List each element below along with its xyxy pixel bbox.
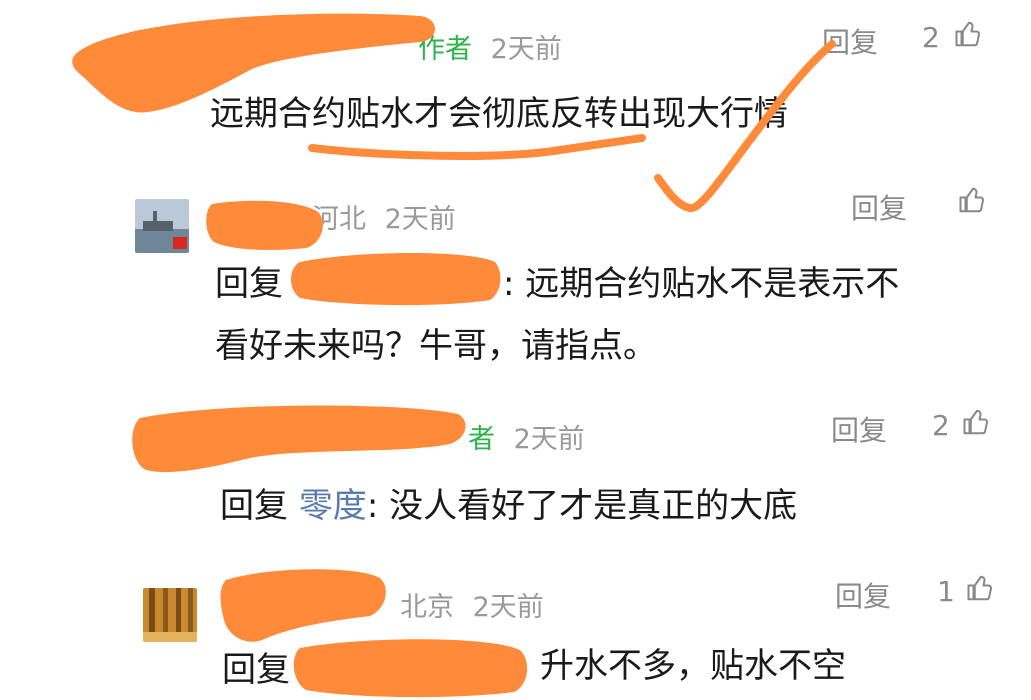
redaction-mark: [291, 253, 501, 306]
redaction-mark: [132, 405, 466, 473]
reply-to-user[interactable]: 零度: [299, 486, 367, 526]
avatar[interactable]: [143, 588, 197, 642]
comment-text: 远期合约贴水才会彻底反转出现大行情: [210, 94, 788, 134]
comment-time: 2天前: [513, 424, 585, 455]
comment-text: : 没人看好了才是真正的大底: [366, 486, 798, 526]
comment-body: 回复 零度: 没人看好了才是真正的大底: [220, 478, 797, 527]
redaction-mark: [206, 200, 323, 250]
redaction-mark: [220, 569, 386, 642]
comment-text: : 远期合约贴水不是表示不: [503, 264, 900, 304]
reply-button[interactable]: 回复: [835, 575, 891, 615]
comment-region: 河北: [312, 204, 366, 235]
thumbs-up-icon[interactable]: [966, 573, 996, 603]
comment-time: 2天前: [384, 204, 456, 235]
comment-region: 北京: [400, 592, 454, 623]
like-count: 1: [937, 575, 955, 608]
comment-4-meta: 北京 2天前: [400, 585, 544, 624]
thumbs-up-icon[interactable]: [954, 19, 984, 49]
avatar-image: [135, 199, 189, 253]
reply-prefix[interactable]: 回复: [220, 486, 288, 526]
reply-button[interactable]: 回复: [851, 187, 907, 227]
like-count: 2: [922, 21, 940, 54]
reply-button[interactable]: 回复: [822, 21, 878, 61]
redaction-mark: [293, 639, 528, 698]
underline-annotation: [308, 134, 646, 160]
thumbs-up-icon[interactable]: [962, 407, 992, 437]
comment-1-meta: 作者 2天前: [418, 27, 562, 66]
reply-button[interactable]: 回复: [831, 409, 887, 449]
comment-2-meta: 河北 2天前: [312, 197, 456, 236]
thumbs-up-icon[interactable]: [958, 185, 988, 215]
comment-text: 升水不多，贴水不空: [540, 646, 846, 686]
avatar[interactable]: [135, 199, 189, 253]
comment-time: 2天前: [472, 592, 544, 623]
author-tag: 作者: [418, 34, 472, 65]
comment-text-line2: 看好未来吗？牛哥，请指点。: [215, 326, 657, 366]
author-tag: 者: [468, 424, 495, 455]
like-count: 2: [932, 409, 950, 442]
reply-prefix[interactable]: 回复: [222, 642, 290, 691]
avatar-image: [143, 588, 197, 642]
comment-3-meta: 者 2天前: [468, 417, 585, 456]
comment-time: 2天前: [490, 34, 562, 65]
reply-prefix[interactable]: 回复: [215, 256, 283, 305]
